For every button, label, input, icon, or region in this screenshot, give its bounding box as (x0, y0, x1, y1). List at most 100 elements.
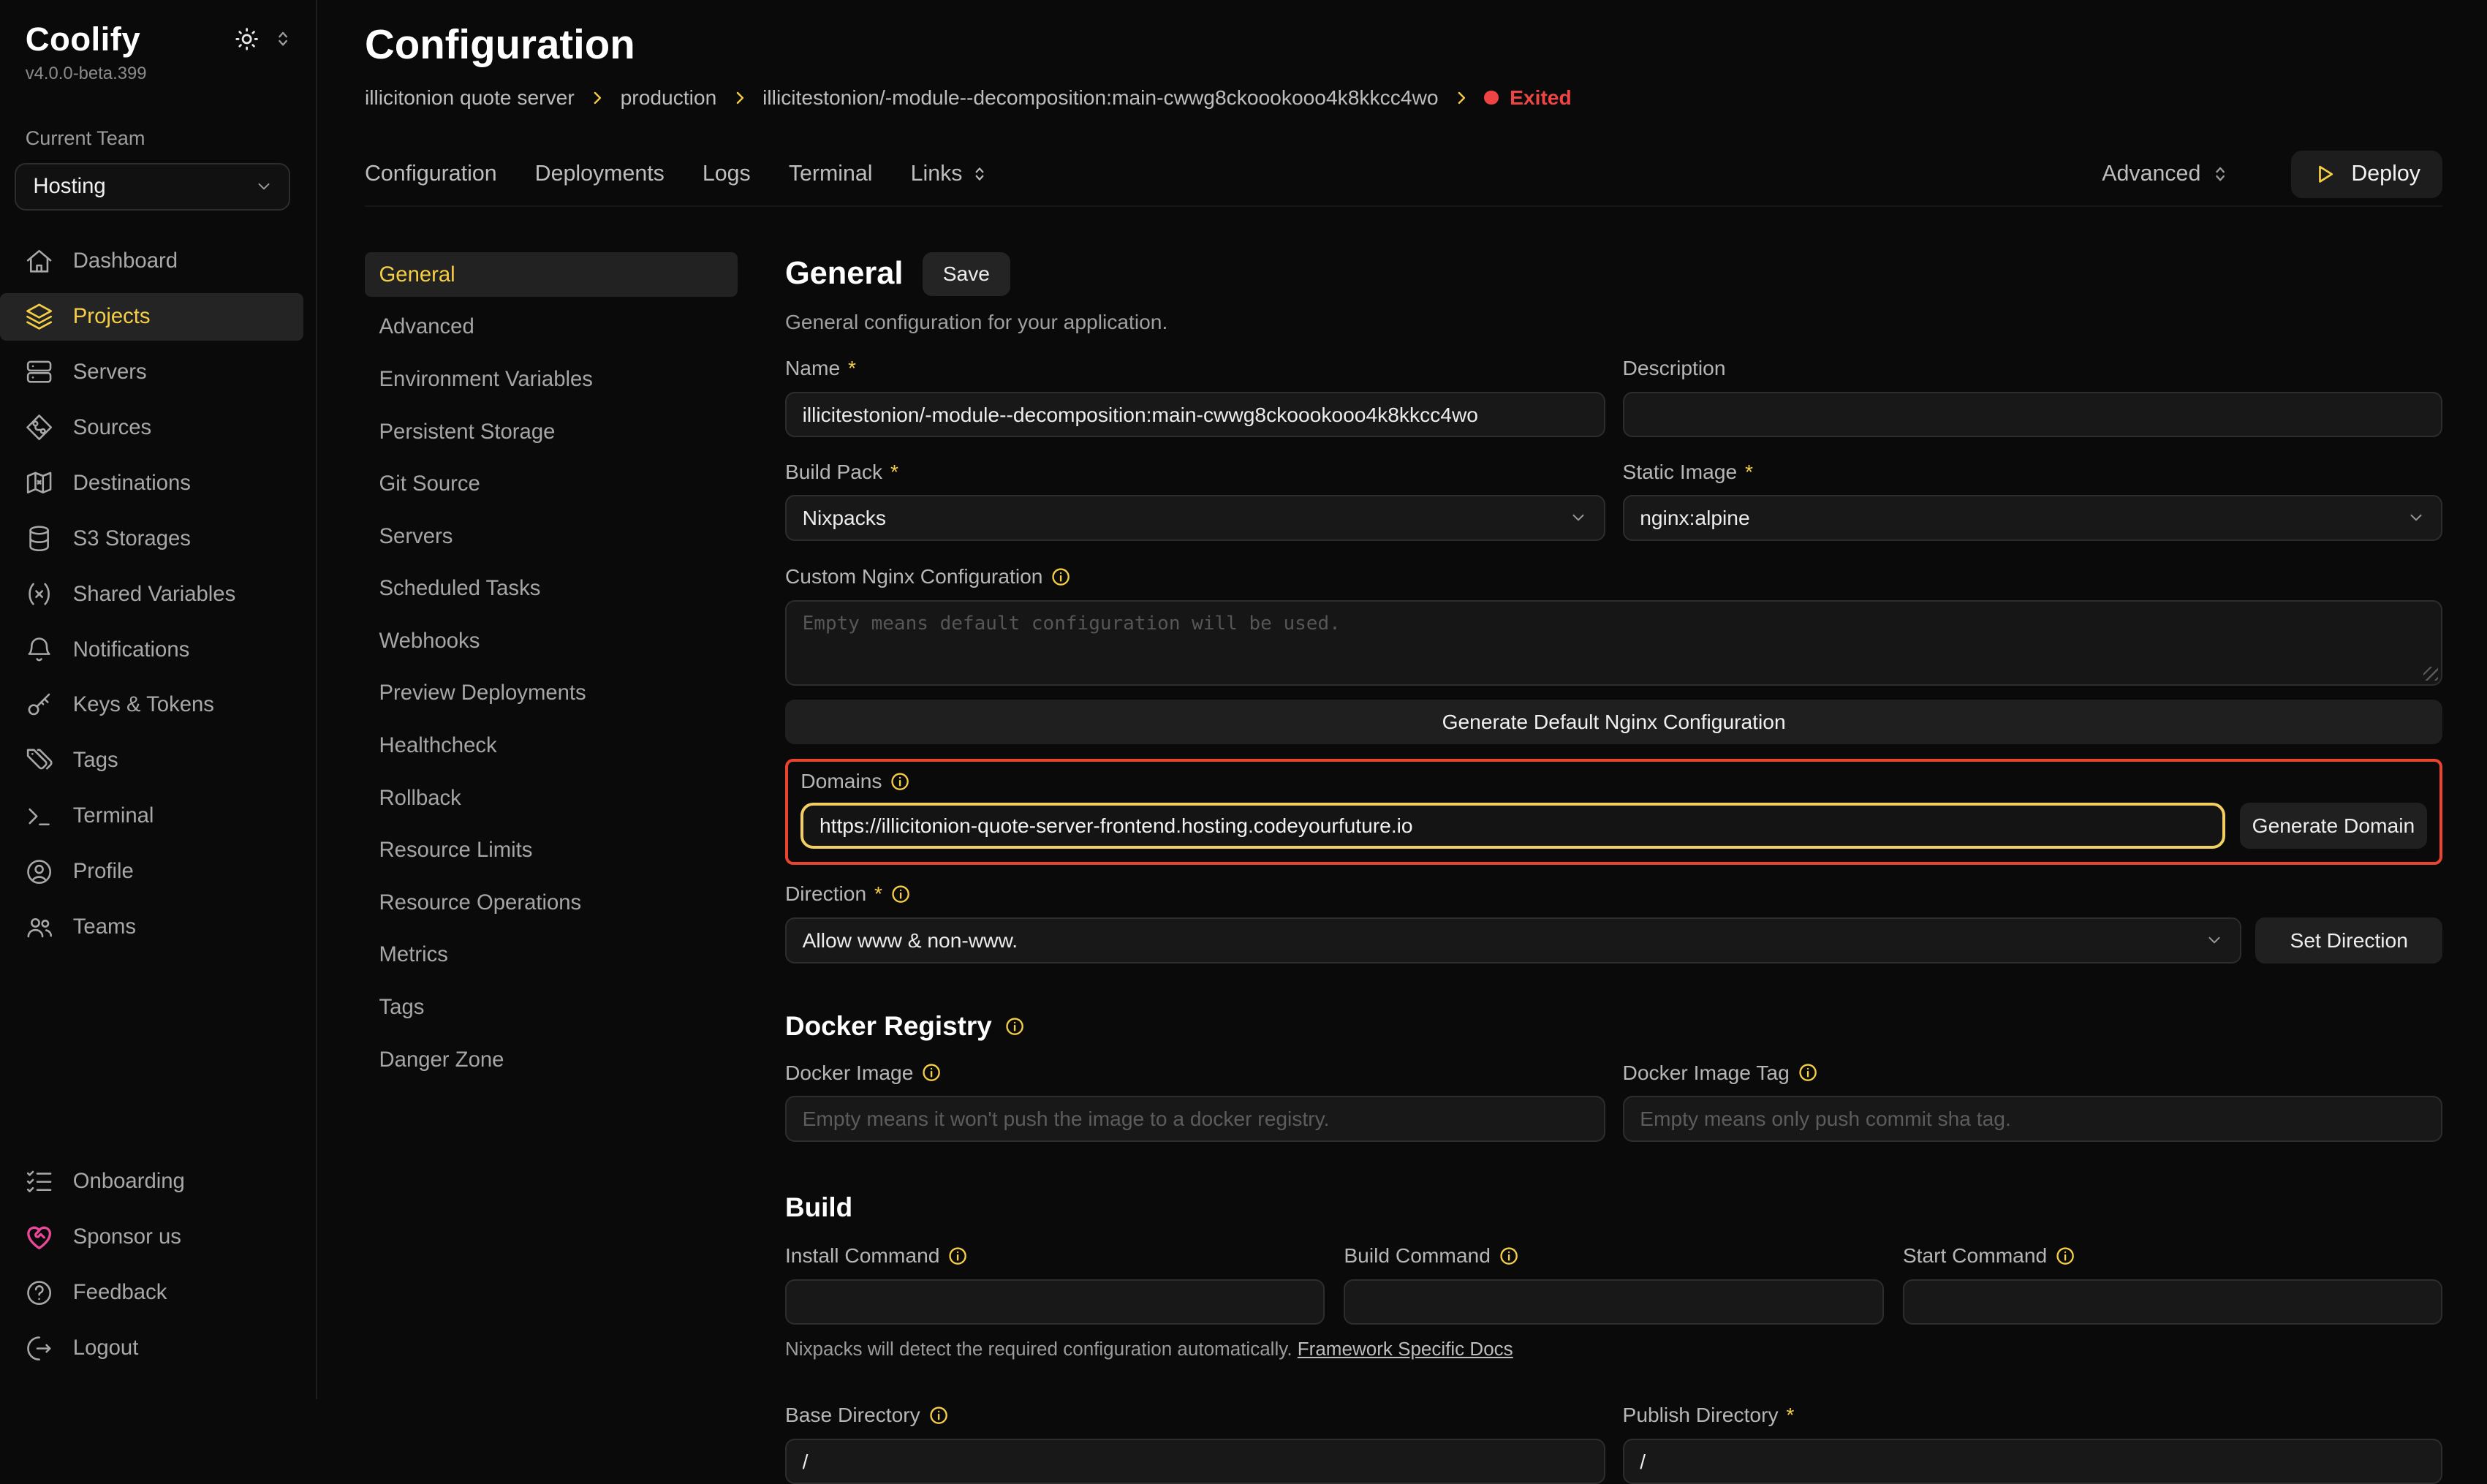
description-input[interactable] (1623, 392, 2443, 438)
tab-deployments[interactable]: Deployments (535, 162, 665, 186)
breadcrumb-project[interactable]: illicitonion quote server (365, 86, 575, 110)
docker-image-tag-input[interactable] (1623, 1096, 2443, 1142)
name-input[interactable] (785, 392, 1605, 438)
save-button[interactable]: Save (923, 252, 1011, 295)
sidebar-item-notifications[interactable]: Notifications (0, 626, 316, 673)
subnav-item-resource-operations[interactable]: Resource Operations (365, 880, 738, 925)
variable-icon (24, 579, 54, 609)
tab-links[interactable]: Links (911, 162, 990, 186)
git-icon (24, 412, 54, 442)
info-icon (890, 884, 911, 904)
team-select-value: Hosting (33, 174, 105, 199)
logout-icon (24, 1333, 54, 1363)
chevron-right-icon (1453, 89, 1470, 107)
sidebar-item-teams[interactable]: Teams (0, 904, 316, 951)
build-command-field: Build Command (1344, 1243, 1883, 1325)
sidebar-item-feedback[interactable]: Feedback (0, 1269, 316, 1317)
generate-nginx-button[interactable]: Generate Default Nginx Configuration (785, 700, 2442, 744)
static-image-select[interactable]: nginx:alpine (1623, 495, 2443, 541)
sun-icon[interactable] (232, 26, 262, 53)
subnav-item-advanced[interactable]: Advanced (365, 305, 738, 349)
build-pack-field: Build Pack* Nixpacks (785, 460, 1605, 541)
sidebar-item-sponsor[interactable]: Sponsor us (0, 1214, 316, 1261)
server-icon (24, 357, 54, 387)
chevron-down-icon (2407, 508, 2426, 527)
set-direction-button[interactable]: Set Direction (2255, 917, 2442, 964)
start-command-field: Start Command (1903, 1243, 2442, 1325)
sidebar-item-shared-variables[interactable]: Shared Variables (0, 570, 316, 618)
tab-configuration[interactable]: Configuration (365, 162, 497, 186)
home-icon (24, 246, 54, 276)
subnav-item-rollback[interactable]: Rollback (365, 776, 738, 820)
subnav-item-git-source[interactable]: Git Source (365, 462, 738, 507)
status-badge: Exited (1484, 86, 1571, 110)
info-icon (890, 771, 910, 792)
sidebar-item-dashboard[interactable]: Dashboard (0, 238, 316, 285)
team-select[interactable]: Hosting (15, 163, 291, 211)
section-subtitle: General configuration for your applicati… (785, 310, 2442, 334)
framework-docs-link[interactable]: Framework Specific Docs (1298, 1338, 1513, 1360)
tab-logs[interactable]: Logs (703, 162, 751, 186)
docker-image-input[interactable] (785, 1096, 1605, 1142)
description-field: Description (1623, 356, 2443, 437)
static-image-field: Static Image* nginx:alpine (1623, 460, 2443, 541)
tags-icon (24, 746, 54, 776)
install-command-input[interactable] (785, 1279, 1325, 1325)
subnav-item-environment-variables[interactable]: Environment Variables (365, 357, 738, 402)
tab-terminal[interactable]: Terminal (789, 162, 873, 186)
sidebar-item-onboarding[interactable]: Onboarding (0, 1158, 316, 1205)
direction-select[interactable]: Allow www & non-www. (785, 917, 2241, 964)
advanced-updown-icon (2210, 164, 2230, 184)
subnav-item-scheduled-tasks[interactable]: Scheduled Tasks (365, 567, 738, 611)
chevron-right-icon (588, 89, 606, 107)
subnav-item-metrics[interactable]: Metrics (365, 933, 738, 977)
sidebar-item-projects[interactable]: Projects (0, 293, 303, 341)
publish-directory-field: Publish Directory* (1623, 1403, 2443, 1484)
breadcrumb-environment[interactable]: production (621, 86, 717, 110)
required-marker: * (1786, 1403, 1794, 1427)
custom-nginx-field: Custom Nginx Configuration (785, 564, 2442, 685)
domains-highlight-box: Domains Generate Domain (785, 759, 2442, 865)
page-title: Configuration (365, 20, 2442, 68)
brand-row: Coolify (0, 0, 316, 58)
subnav-item-danger-zone[interactable]: Danger Zone (365, 1037, 738, 1082)
domains-input[interactable] (800, 803, 2225, 849)
custom-nginx-textarea[interactable] (785, 600, 2442, 686)
base-directory-input[interactable] (785, 1439, 1605, 1484)
info-icon (1004, 1016, 1025, 1037)
subnav-item-resource-limits[interactable]: Resource Limits (365, 828, 738, 873)
sidebar-item-profile[interactable]: Profile (0, 848, 316, 896)
sidebar-item-destinations[interactable]: Destinations (0, 459, 316, 507)
sidebar-item-tags[interactable]: Tags (0, 737, 316, 784)
main-area: Configuration illicitonion quote server … (317, 0, 2487, 1399)
build-command-input[interactable] (1344, 1279, 1883, 1325)
subnav-item-persistent-storage[interactable]: Persistent Storage (365, 409, 738, 454)
nixpacks-note: Nixpacks will detect the required config… (785, 1338, 2442, 1360)
deploy-button[interactable]: Deploy (2291, 151, 2442, 198)
chevron-down-icon (254, 177, 273, 196)
subnav-item-healthcheck[interactable]: Healthcheck (365, 724, 738, 768)
sidebar-item-sources[interactable]: Sources (0, 404, 316, 451)
generate-domain-button[interactable]: Generate Domain (2240, 803, 2427, 849)
start-command-input[interactable] (1903, 1279, 2442, 1325)
info-icon (921, 1062, 942, 1083)
subnav-item-preview-deployments[interactable]: Preview Deployments (365, 671, 738, 716)
subnav-item-tags[interactable]: Tags (365, 985, 738, 1030)
subnav-item-servers[interactable]: Servers (365, 514, 738, 559)
theme-updown-icon[interactable] (273, 29, 293, 49)
sidebar-item-keys-tokens[interactable]: Keys & Tokens (0, 681, 316, 729)
help-circle-icon (24, 1278, 54, 1308)
subnav-item-webhooks[interactable]: Webhooks (365, 619, 738, 664)
chevron-down-icon (2205, 931, 2224, 950)
sidebar-item-servers[interactable]: Servers (0, 348, 316, 395)
subnav-item-general[interactable]: General (365, 252, 738, 297)
sidebar-item-logout[interactable]: Logout (0, 1325, 316, 1372)
advanced-dropdown[interactable]: Advanced (2102, 162, 2230, 186)
sidebar-item-s3-storages[interactable]: S3 Storages (0, 515, 316, 562)
publish-directory-input[interactable] (1623, 1439, 2443, 1484)
breadcrumb-application[interactable]: illicitestonion/-module--decomposition:m… (762, 86, 1438, 110)
app: Coolify v4.0.0-beta.399 Current Team Hos… (0, 0, 2487, 1399)
sidebar-item-terminal[interactable]: Terminal (0, 792, 316, 840)
info-icon (947, 1246, 968, 1266)
build-pack-select[interactable]: Nixpacks (785, 495, 1605, 541)
